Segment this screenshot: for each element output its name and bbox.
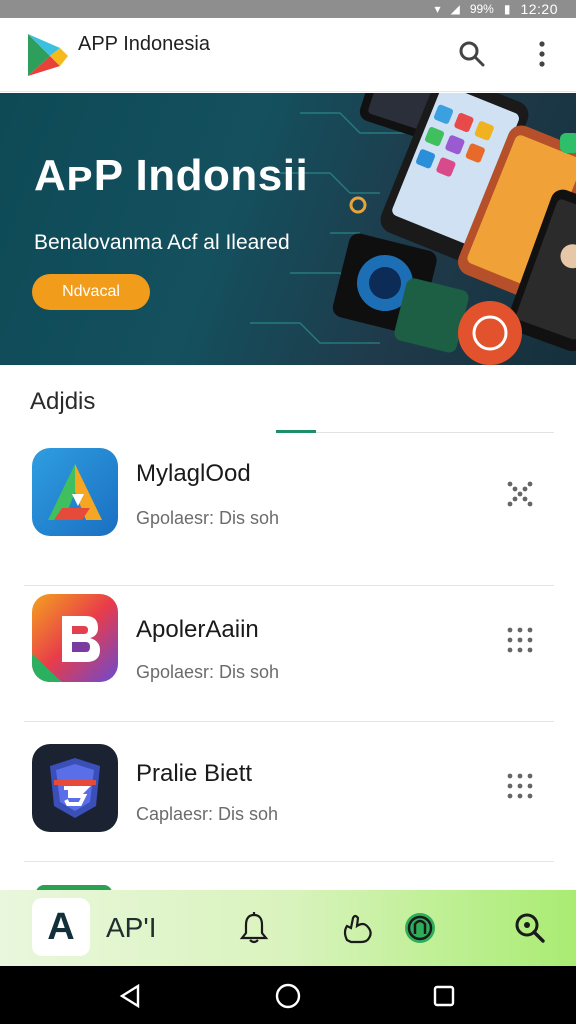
app-options-button[interactable]: [500, 766, 540, 806]
banner-artwork: [250, 93, 576, 365]
app-options-button[interactable]: [500, 620, 540, 660]
app-bar: APP Indonesia: [0, 18, 576, 92]
banner-cta-button[interactable]: Ndvacal: [32, 274, 150, 310]
app-list-item[interactable]: Pralie Biett Caplaesr: Dis soh: [24, 722, 554, 862]
shuffle-dots-icon: [507, 481, 533, 507]
search-icon: [515, 913, 545, 943]
app-developer: Caplaesr: Dis soh: [136, 804, 279, 824]
home-icon: [275, 983, 301, 1009]
nav-label: AP'I: [106, 912, 157, 943]
tab-indicator: [276, 430, 316, 433]
hand-icon: [343, 914, 372, 944]
app-name: Pralie Biett: [136, 760, 253, 787]
system-home-button[interactable]: [272, 980, 304, 1012]
nav-gesture-button[interactable]: [338, 908, 378, 948]
search-button[interactable]: [454, 36, 490, 72]
system-navigation-bar: [0, 966, 576, 1024]
more-options-button[interactable]: [524, 36, 560, 72]
app-options-button[interactable]: [500, 474, 540, 514]
grid-dots-icon: [507, 627, 533, 653]
app-developer: Gpolaesr: Dis soh: [136, 508, 280, 528]
nav-badge-button[interactable]: [400, 908, 440, 948]
app-title: APP Indonesia: [78, 33, 210, 55]
bottom-navigation: A AP'I: [0, 890, 576, 966]
recents-icon: [433, 985, 455, 1007]
system-recents-button[interactable]: [428, 980, 460, 1012]
back-icon: [119, 983, 140, 1009]
battery-percent: 99%: [469, 2, 494, 16]
badge-icon: [405, 913, 435, 943]
section-divider: [276, 432, 554, 433]
app-icon-gradient-b: [32, 594, 118, 682]
app-name: ApolerAaiin: [136, 616, 259, 643]
wifi-icon: ▾: [434, 2, 441, 16]
more-vert-icon: [539, 41, 545, 67]
section-title: Adjdis: [30, 388, 96, 415]
app-icon-shield: [32, 744, 118, 832]
app-name: MylaglOod: [136, 460, 251, 487]
app-list-item[interactable]: ApolerAaiin Gpolaesr: Dis soh: [24, 586, 554, 722]
app-icon-gradient-a: [32, 448, 118, 536]
app-developer: Gpolaesr: Dis soh: [136, 662, 280, 682]
nav-notifications-button[interactable]: [234, 908, 274, 948]
promo-banner[interactable]: AᴘP Indonsii: [0, 93, 576, 365]
nav-home-button[interactable]: A: [32, 898, 90, 956]
bell-icon: [239, 912, 269, 944]
signal-icon: ◢: [450, 2, 460, 16]
nav-search-button[interactable]: [510, 908, 550, 948]
clock: 12:20: [520, 1, 558, 17]
search-icon: [459, 41, 485, 67]
battery-icon: ▮: [503, 2, 511, 16]
status-bar: ▾ ◢ 99% ▮ 12:20: [0, 0, 576, 18]
system-back-button[interactable]: [114, 980, 146, 1012]
play-store-logo-icon: [28, 34, 68, 76]
grid-dots-icon: [507, 773, 533, 799]
banner-subtitle: Benalovanma Aᴄf al Ileared: [34, 231, 290, 254]
app-list-item[interactable]: MylaglOod Gpolaesr: Dis soh: [24, 436, 554, 586]
banner-title: AᴘP Indonsii: [34, 151, 309, 200]
